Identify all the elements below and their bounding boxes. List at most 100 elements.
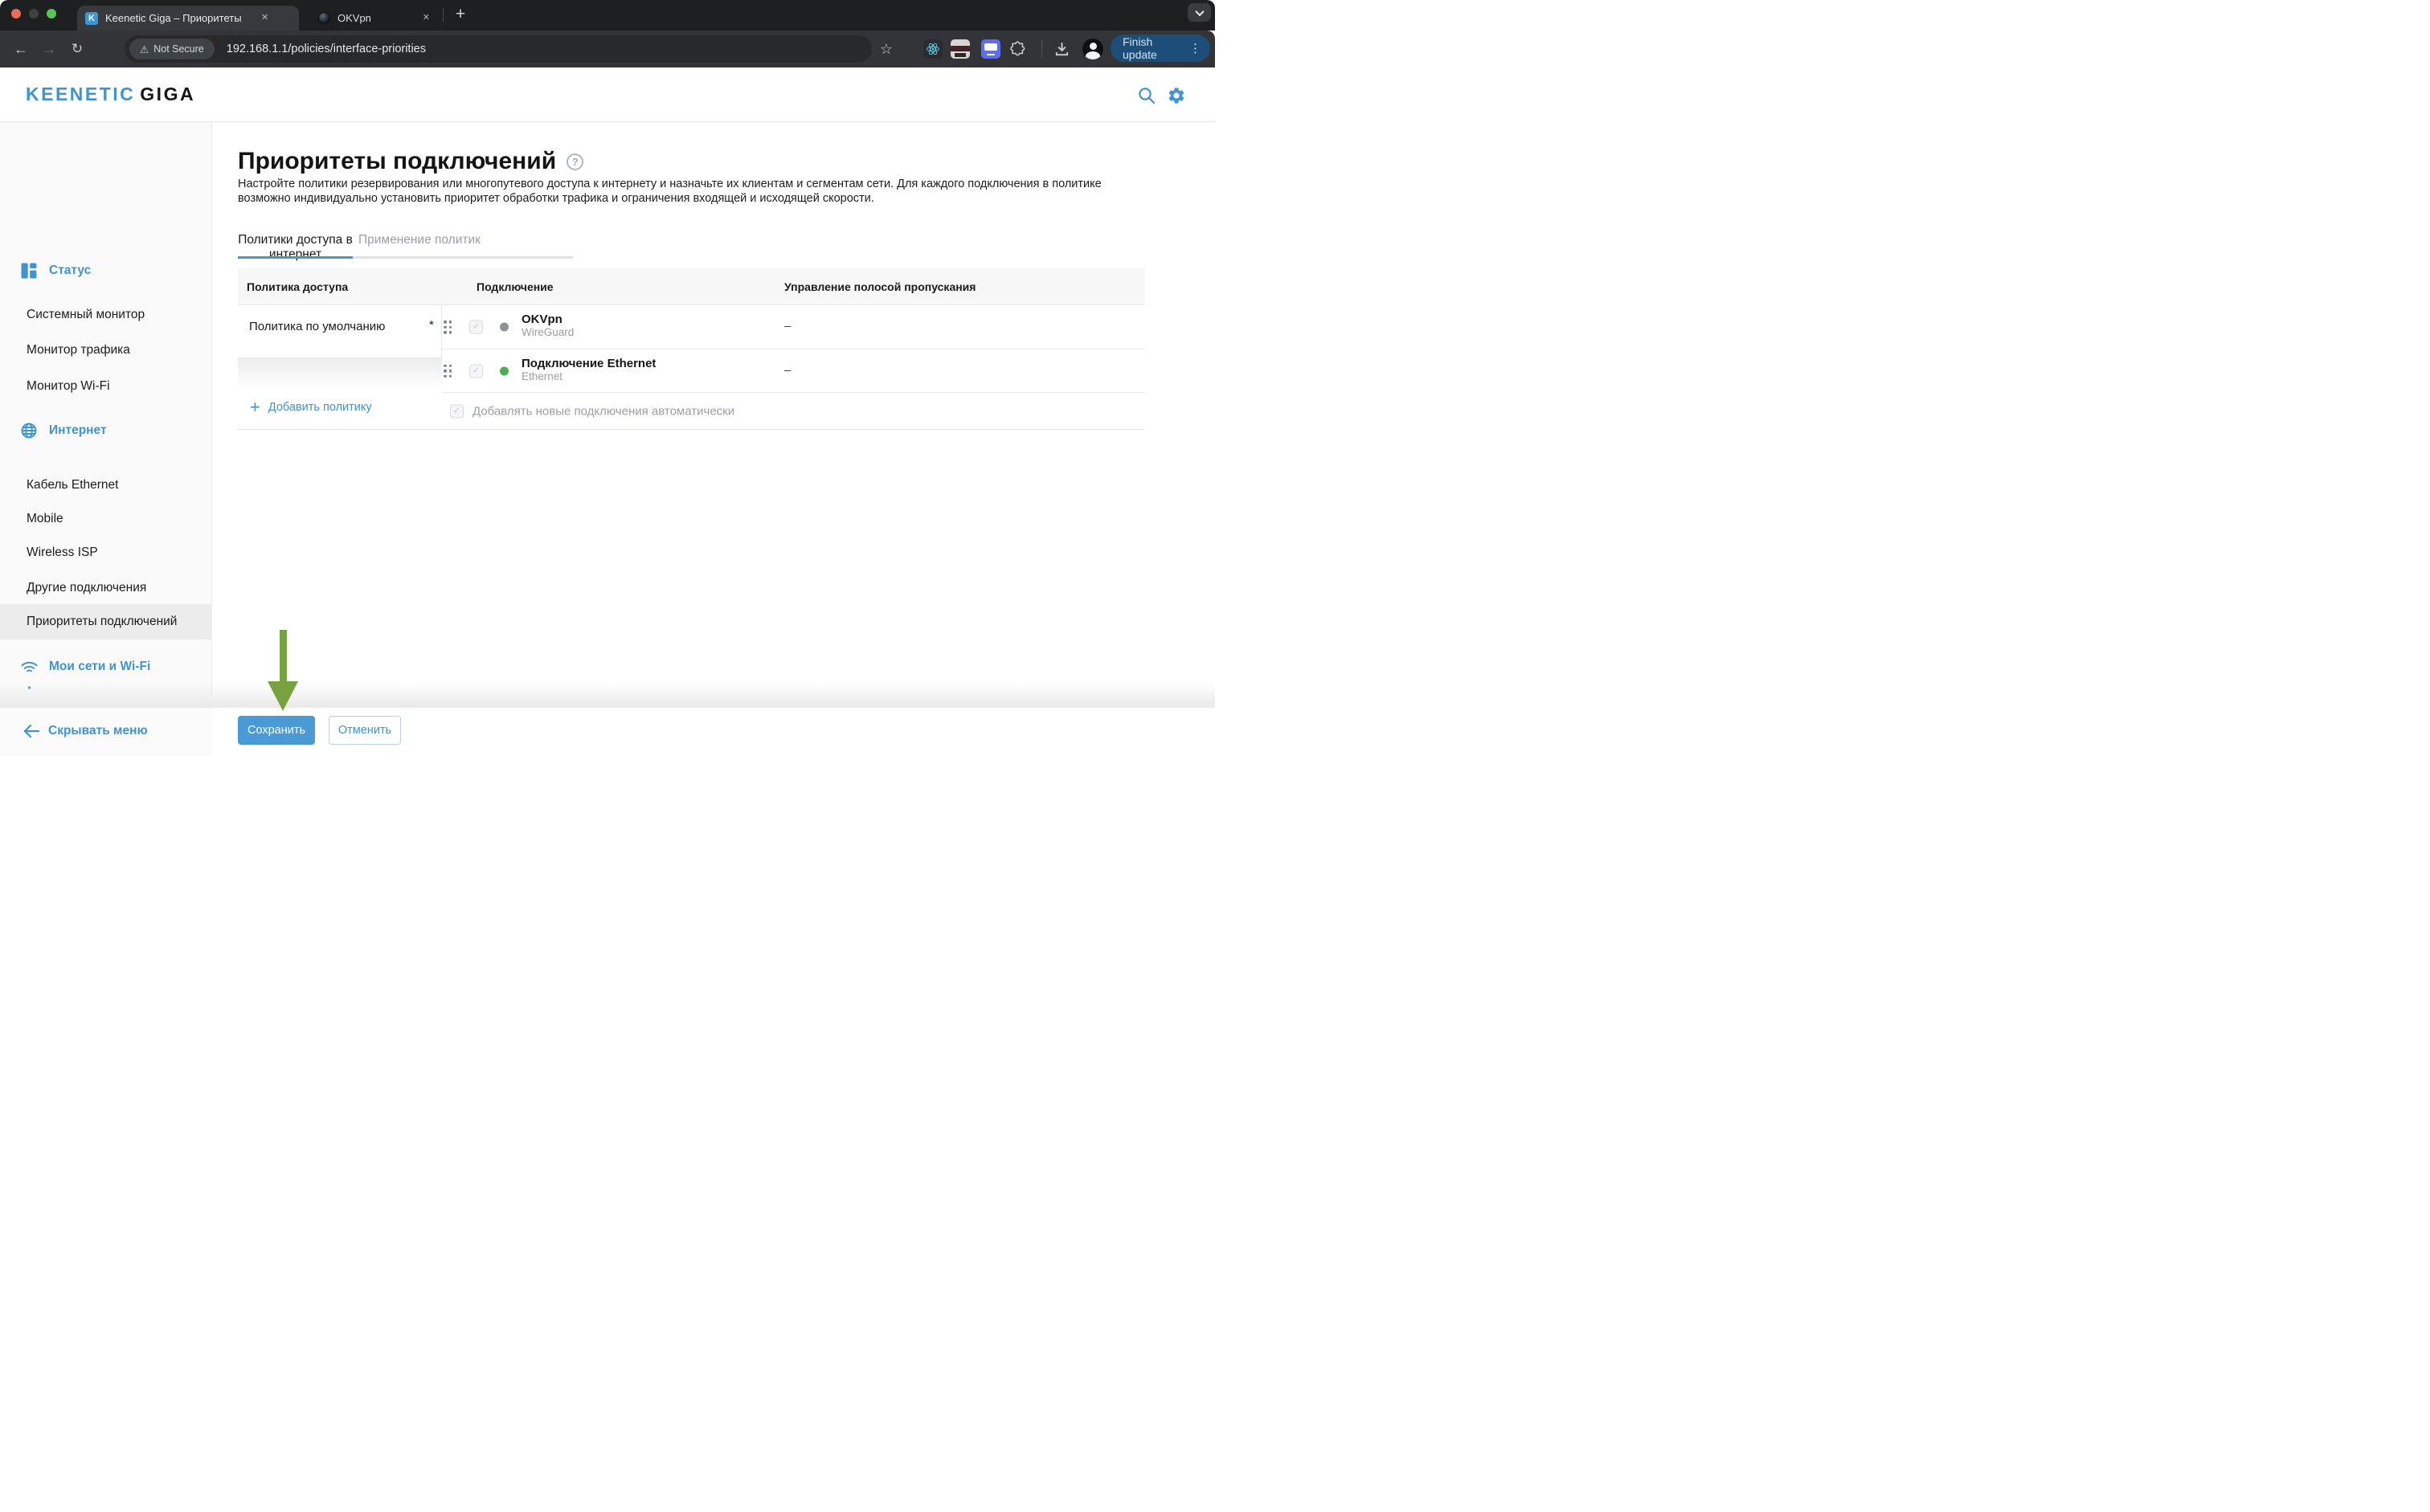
tab-title: Keenetic Giga – Приоритеты (105, 12, 276, 24)
check-icon: ✓ (453, 407, 460, 416)
okvpn-favicon-icon (318, 12, 330, 24)
connection-checkbox[interactable]: ✓ (469, 364, 483, 378)
sidebar-item-wireless-isp[interactable]: Wireless ISP (0, 535, 212, 570)
mask-extension-icon[interactable] (951, 31, 970, 67)
policies-table: Политика доступа Подключение Управление … (238, 268, 1145, 430)
sidebar-item-wifi-monitor[interactable]: Монитор Wi-Fi (0, 369, 212, 404)
sidebar-item-traffic-monitor[interactable]: Монитор трафика (0, 333, 212, 368)
table-row-ethernet[interactable]: ✓ Подключение Ethernet Ethernet – (442, 349, 1145, 393)
sidebar: Статус Системный монитор Монитор трафика… (0, 122, 212, 708)
status-dot-inactive (500, 323, 509, 332)
window-close-button[interactable] (11, 9, 21, 18)
auto-add-checkbox[interactable]: ✓ (450, 405, 464, 419)
sidebar-section-label: Статус (49, 264, 91, 278)
gear-icon[interactable] (1167, 86, 1186, 105)
tab-policy-application[interactable]: Применение политик (358, 233, 481, 247)
keenetic-favicon-icon: K (85, 12, 98, 25)
connection-type: WireGuard (522, 326, 574, 339)
sidebar-section-label: Интернет (49, 423, 107, 438)
add-policy-label: Добавить политику (268, 401, 372, 414)
connection-name: Подключение Ethernet (522, 357, 656, 370)
chevron-down-icon (1195, 6, 1204, 15)
back-button[interactable]: ← (9, 31, 33, 67)
sidebar-item-mobile[interactable]: Mobile (0, 501, 212, 537)
drag-handle-icon[interactable] (444, 364, 452, 378)
brand-keenetic: KEENETIC (26, 84, 135, 104)
sidebar-section-status[interactable]: Статус (0, 253, 212, 288)
policy-column-shade (238, 358, 442, 389)
table-header: Политика доступа Подключение Управление … (238, 268, 1145, 305)
wifi-icon (21, 659, 37, 675)
table-row-auto-add: ✓ Добавлять новые подключения автоматиче… (442, 393, 1145, 430)
tab-title: OKVpn (338, 12, 371, 24)
window-zoom-button[interactable] (47, 9, 56, 18)
footer-gradient (0, 683, 1215, 708)
sidebar-item-other-connections[interactable]: Другие подключения (0, 570, 212, 606)
column-bandwidth: Управление полосой пропускания (784, 268, 976, 305)
hide-menu-label[interactable]: Скрывать меню (48, 724, 148, 738)
browser-toolbar: ← → ↻ ⚠ Not Secure 192.168.1.1/policies/… (0, 31, 1215, 67)
help-icon[interactable]: ? (567, 153, 583, 170)
sidebar-footer[interactable]: Скрывать меню (0, 708, 212, 756)
profile-avatar[interactable] (1082, 31, 1103, 67)
app-window: K Keenetic Giga – Приоритеты ✕ OKVpn ✕ +… (0, 0, 1215, 756)
browser-tab-keenetic[interactable]: K Keenetic Giga – Приоритеты ✕ (77, 6, 299, 31)
keyboard-extension-icon[interactable] (981, 31, 1000, 67)
not-secure-label: Not Secure (153, 43, 204, 55)
tab-underline-active (238, 256, 353, 259)
policy-cell-default[interactable]: Политика по умолчанию * (238, 305, 442, 358)
browser-tab-bar: K Keenetic Giga – Приоритеты ✕ OKVpn ✕ + (0, 0, 1215, 31)
finish-update-label: Finish update (1123, 35, 1189, 61)
sidebar-item-system-monitor[interactable]: Системный монитор (0, 297, 212, 333)
extensions-puzzle-icon[interactable] (1008, 31, 1026, 67)
green-arrow-head (268, 681, 298, 711)
not-secure-chip[interactable]: ⚠ Not Secure (129, 39, 215, 59)
router-ui-header: KEENETICGIGA (0, 67, 1215, 122)
sidebar-item-connection-priorities[interactable]: Приоритеты подключений (0, 604, 212, 640)
sidebar-section-my-networks[interactable]: Мои сети и Wi-Fi (0, 649, 212, 684)
policy-name: Политика по умолчанию (249, 320, 385, 333)
connection-checkbox[interactable]: ✓ (469, 321, 483, 334)
check-icon: ✓ (472, 366, 480, 375)
plus-icon: + (250, 398, 260, 416)
window-minimize-button[interactable] (29, 9, 39, 18)
bookmark-star-icon[interactable]: ☆ (878, 31, 894, 67)
bandwidth-value: – (784, 319, 791, 333)
sidebar-section-internet[interactable]: Интернет (0, 413, 212, 448)
page-title: Приоритеты подключений (238, 148, 556, 175)
content-tabs: Политики доступа в интернет Применение п… (238, 233, 573, 259)
add-policy-button[interactable]: + Добавить политику (250, 397, 435, 418)
search-icon[interactable] (1137, 86, 1156, 105)
downloads-icon[interactable] (1053, 31, 1071, 67)
new-tab-button[interactable]: + (448, 2, 472, 27)
green-arrow-annotation (280, 630, 287, 682)
react-devtools-extension-icon[interactable] (923, 31, 943, 67)
tab-close-icon[interactable]: ✕ (423, 14, 430, 22)
page-description: Настройте политики резервирования или мн… (238, 178, 1156, 206)
sidebar-item-ethernet-cable[interactable]: Кабель Ethernet (0, 468, 212, 503)
finish-update-button[interactable]: Finish update ⋮ (1111, 35, 1210, 62)
arrow-left-icon (22, 723, 40, 743)
browser-menu-dots-icon[interactable]: ⋮ (1189, 41, 1201, 55)
connection-type: Ethernet (522, 370, 656, 383)
globe-icon (21, 423, 37, 439)
reload-button[interactable]: ↻ (65, 31, 89, 67)
forward-button[interactable]: → (37, 31, 61, 67)
tab-divider (443, 8, 444, 22)
status-dot-active (500, 366, 509, 375)
connection-name: OKVpn (522, 313, 574, 326)
toolbar-divider (1041, 40, 1042, 58)
browser-tab-okvpn[interactable]: OKVpn ✕ (305, 6, 438, 31)
check-icon: ✓ (472, 323, 480, 332)
warning-icon: ⚠ (140, 43, 149, 55)
default-policy-marker: * (429, 318, 434, 332)
tab-search-button[interactable] (1188, 3, 1211, 22)
auto-add-label: Добавлять новые подключения автоматическ… (472, 405, 734, 419)
drag-handle-icon[interactable] (444, 321, 452, 334)
table-row-okvpn[interactable]: ✓ OKVpn WireGuard – (442, 305, 1145, 349)
dashboard-icon (21, 263, 37, 279)
url-text[interactable]: 192.168.1.1/policies/interface-prioritie… (227, 43, 426, 55)
save-button[interactable]: Сохранить (238, 716, 315, 745)
cancel-button[interactable]: Отменить (329, 716, 401, 745)
address-bar[interactable]: ⚠ Not Secure 192.168.1.1/policies/interf… (125, 35, 872, 63)
